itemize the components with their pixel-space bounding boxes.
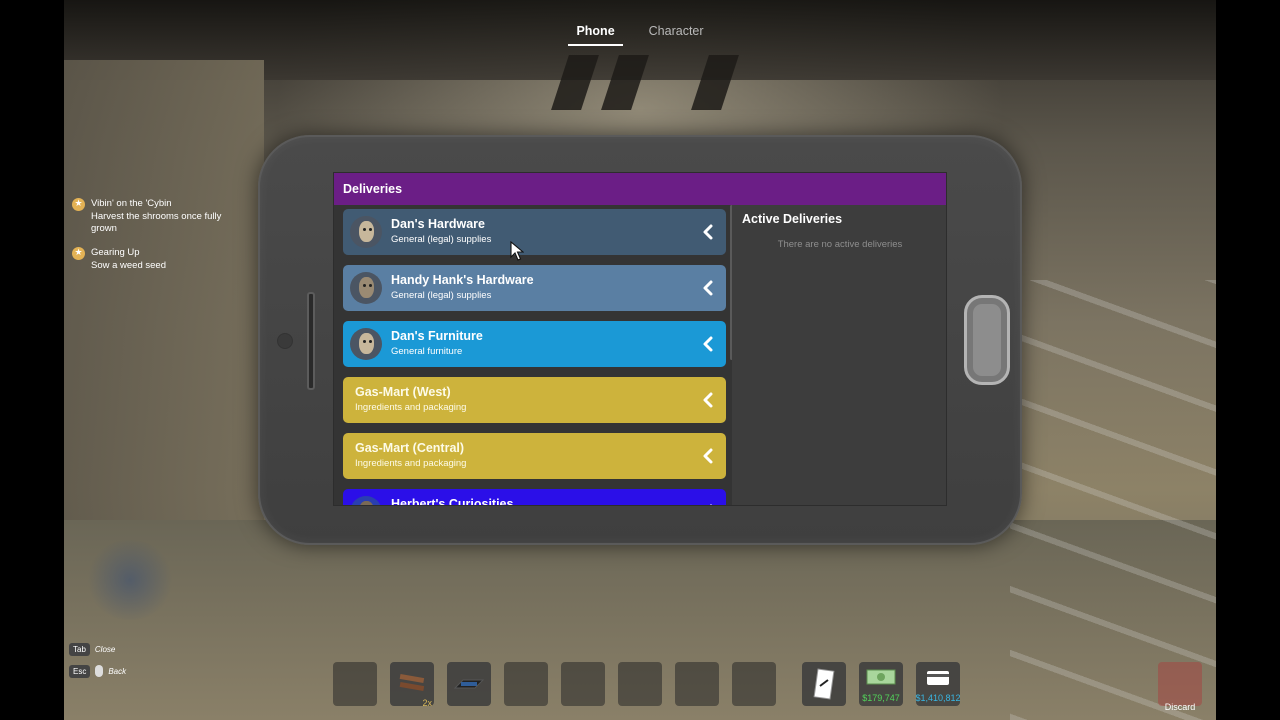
objectives-list: ★ Vibin' on the 'Cybin Harvest the shroo… [72, 198, 232, 284]
bank-balance: $1,410,812 [915, 693, 961, 703]
discard-slot[interactable] [1158, 662, 1202, 706]
credit-card-icon [927, 671, 949, 685]
chevron-left-icon [703, 392, 713, 408]
avatar [350, 496, 382, 505]
hotbar-slot[interactable] [618, 662, 662, 706]
shop-name: Handy Hank's Hardware [391, 273, 534, 287]
hotbar-slot-bank[interactable]: $1,410,812 [915, 662, 961, 706]
keybind-label: Back [108, 666, 127, 676]
shop-name: Herbert's Curiosities [391, 497, 514, 506]
letterbox-right [1216, 0, 1280, 720]
avatar [350, 216, 382, 248]
shop-item-gas-mart-central[interactable]: Gas-Mart (Central) Ingredients and packa… [343, 433, 726, 479]
hotbar-slot[interactable] [447, 662, 491, 706]
shop-name: Gas-Mart (West) [355, 385, 451, 399]
keybind-back: Esc Back [69, 664, 126, 678]
chevron-left-icon [703, 448, 713, 464]
star-icon: ★ [72, 247, 85, 260]
shop-description: General furniture [391, 346, 463, 357]
shop-item-handy-hanks-hardware[interactable]: Handy Hank's Hardware General (legal) su… [343, 265, 726, 311]
mouse-icon [95, 665, 104, 677]
shop-item-dans-furniture[interactable]: Dan's Furniture General furniture [343, 321, 726, 367]
shop-name: Gas-Mart (Central) [355, 441, 465, 455]
shop-description: General (legal) supplies [391, 234, 492, 245]
chevron-left-icon [703, 280, 713, 296]
keybind-hints: Tab Close Esc Back [69, 642, 126, 686]
shop-item-dans-hardware[interactable]: Dan's Hardware General (legal) supplies [343, 209, 726, 255]
tab-character[interactable]: Character [645, 22, 708, 46]
shop-name: Dan's Furniture [391, 329, 483, 343]
letterbox-left [0, 0, 64, 720]
shop-name: Dan's Hardware [391, 217, 485, 231]
hotbar-slot-cash[interactable]: $179,747 [859, 662, 903, 706]
chevron-left-icon [703, 224, 713, 240]
mouse-cursor-icon [510, 241, 524, 261]
phone-camera-dot [277, 333, 293, 349]
cash-amount: $179,747 [862, 693, 900, 703]
active-deliveries-panel: Active Deliveries There are no active de… [732, 205, 946, 505]
shelf-rails [1010, 280, 1216, 720]
objective-description: Harvest the shrooms once fully grown [91, 211, 222, 234]
active-deliveries-empty-text: There are no active deliveries [777, 239, 903, 250]
hotbar-slot[interactable] [333, 662, 377, 706]
chevron-left-icon [703, 336, 713, 352]
grow-tent-item-icon [453, 679, 485, 689]
star-icon: ★ [72, 198, 85, 211]
active-deliveries-title: Active Deliveries [742, 212, 843, 226]
phone-home-button[interactable] [964, 295, 1010, 385]
hotbar-slot[interactable]: 2x [390, 662, 434, 708]
objective-item: ★ Vibin' on the 'Cybin Harvest the shroo… [72, 198, 232, 235]
keybind-close: Tab Close [69, 642, 126, 656]
cash-icon [866, 669, 896, 685]
hotbar-slot[interactable] [561, 662, 605, 706]
shop-description: Ingredients and packaging [355, 402, 467, 413]
objective-item: ★ Gearing Up Sow a weed seed [72, 247, 232, 272]
hotbar-slot[interactable] [802, 662, 846, 706]
discard-label: Discard [1164, 702, 1196, 712]
avatar [350, 328, 382, 360]
floor-object [85, 540, 175, 620]
shop-description: General (legal) supplies [391, 290, 492, 301]
objective-description: Sow a weed seed [91, 260, 166, 271]
phone-side-bar [307, 292, 315, 390]
phone-item-icon [813, 668, 835, 700]
shop-list[interactable]: Dan's Hardware General (legal) supplies … [334, 205, 732, 506]
chevron-left-icon [709, 504, 713, 505]
objective-title: Vibin' on the 'Cybin [91, 198, 172, 209]
keybind-label: Close [94, 644, 116, 654]
shop-item-herberts-curiosities[interactable]: Herbert's Curiosities [343, 489, 726, 506]
top-tab-bar: Phone Character [0, 22, 1280, 46]
objective-title: Gearing Up [91, 247, 140, 258]
item-count: 2x [422, 698, 432, 708]
hotbar-slot[interactable] [732, 662, 776, 706]
phone-screen: Deliveries Dan's Hardware General (legal… [333, 172, 947, 506]
shop-description: Ingredients and packaging [355, 458, 467, 469]
tab-key: Tab [69, 642, 90, 656]
esc-key: Esc [69, 664, 91, 678]
hotbar-slot[interactable] [504, 662, 548, 706]
hotbar-slot[interactable] [675, 662, 719, 706]
app-title: Deliveries [334, 173, 946, 205]
shop-item-gas-mart-west[interactable]: Gas-Mart (West) Ingredients and packagin… [343, 377, 726, 423]
avatar [350, 272, 382, 304]
tab-phone[interactable]: Phone [568, 22, 623, 46]
